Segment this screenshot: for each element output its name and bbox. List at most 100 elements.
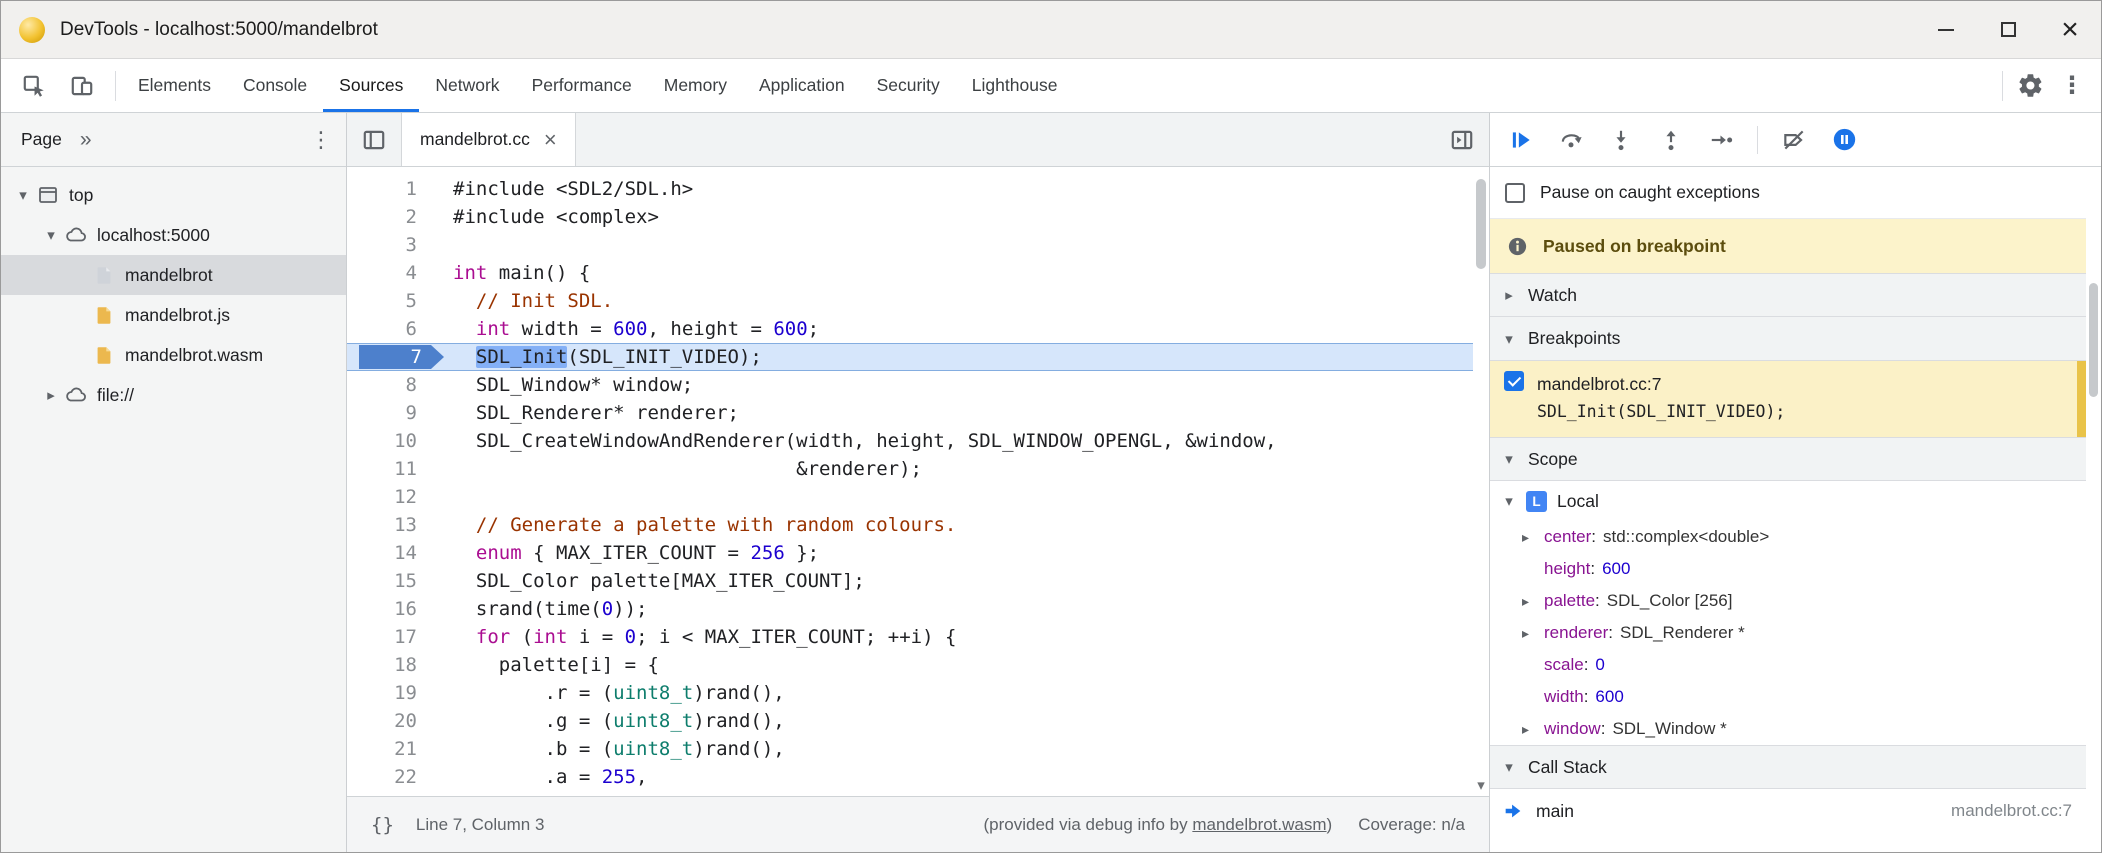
code-line-21: 21 .b = (uint8_t)rand(), (347, 735, 1473, 763)
tab-page[interactable]: Page (21, 129, 62, 150)
scrollbar-thumb[interactable] (2089, 283, 2098, 397)
scope-variable-renderer[interactable]: ▸renderer:SDL_Renderer * (1490, 617, 2086, 649)
variable-value: 600 (1602, 559, 1630, 579)
line-number[interactable]: 20 (347, 707, 439, 735)
call-stack-section-header[interactable]: ▾ Call Stack (1490, 745, 2086, 789)
tree-item-top[interactable]: ▾top (1, 175, 346, 215)
more-options-icon[interactable]: ⋮ (2051, 65, 2093, 107)
collapsed-icon[interactable]: ▸ (1522, 529, 1544, 546)
inspect-icon[interactable] (13, 65, 55, 107)
code-editor[interactable]: 1#include <SDL2/SDL.h>2#include <complex… (347, 167, 1489, 796)
variable-value: SDL_Window * (1612, 719, 1726, 739)
tree-item-file[interactable]: ▸file:// (1, 375, 346, 415)
collapsed-icon[interactable]: ▸ (1522, 625, 1544, 642)
tab-lighthouse[interactable]: Lighthouse (956, 59, 1074, 112)
tab-sources[interactable]: Sources (323, 59, 419, 112)
line-number[interactable]: 13 (347, 511, 439, 539)
line-number[interactable]: 3 (347, 231, 439, 259)
debugger-scrollbar[interactable] (2086, 168, 2101, 852)
breakpoint-entry[interactable]: mandelbrot.cc:7SDL_Init(SDL_INIT_VIDEO); (1490, 361, 2086, 437)
line-number[interactable]: 19 (347, 679, 439, 707)
navigator-menu-icon[interactable]: ⋮ (310, 127, 332, 153)
tab-console[interactable]: Console (227, 59, 323, 112)
line-number[interactable]: 18 (347, 651, 439, 679)
collapsed-icon[interactable]: ▸ (1522, 593, 1544, 610)
line-number[interactable]: 9 (347, 399, 439, 427)
scope-variable-height[interactable]: height:600 (1490, 553, 2086, 585)
step-out-icon[interactable] (1652, 121, 1690, 159)
wasm-link[interactable]: mandelbrot.wasm (1192, 815, 1326, 834)
tree-item-mandelbrot-wasm[interactable]: mandelbrot.wasm (1, 335, 346, 375)
maximize-button[interactable] (1977, 1, 2039, 58)
line-number[interactable]: 6 (347, 315, 439, 343)
breakpoints-section-header[interactable]: ▾ Breakpoints (1490, 317, 2086, 361)
variable-value: SDL_Renderer * (1620, 623, 1745, 643)
scroll-down-icon[interactable]: ▾ (1473, 776, 1489, 794)
code-line-13: 13 // Generate a palette with random col… (347, 511, 1473, 539)
tab-performance[interactable]: Performance (516, 59, 648, 112)
scope-variable-width[interactable]: width:600 (1490, 681, 2086, 713)
step-into-icon[interactable] (1602, 121, 1640, 159)
watch-section-header[interactable]: ▸ Watch (1490, 273, 2086, 317)
step-icon[interactable] (1702, 121, 1740, 159)
tab-application[interactable]: Application (743, 59, 861, 112)
scrollbar-thumb[interactable] (1476, 179, 1486, 269)
scope-local-row[interactable]: ▾ L Local (1490, 481, 2086, 521)
scope-variable-scale[interactable]: scale:0 (1490, 649, 2086, 681)
breakpoint-checkbox[interactable] (1504, 371, 1524, 391)
line-number[interactable]: 8 (347, 371, 439, 399)
line-number[interactable]: 11 (347, 455, 439, 483)
line-number[interactable]: 10 (347, 427, 439, 455)
line-number[interactable]: 23 (347, 791, 439, 796)
debugger-panel: Pause on caught exceptions Paused on bre… (1489, 113, 2101, 852)
scope-variable-window[interactable]: ▸window:SDL_Window * (1490, 713, 2086, 745)
line-number[interactable]: 4 (347, 259, 439, 287)
tree-item-localhost-5000[interactable]: ▾localhost:5000 (1, 215, 346, 255)
line-number[interactable]: 15 (347, 567, 439, 595)
scope-variable-palette[interactable]: ▸palette:SDL_Color [256] (1490, 585, 2086, 617)
line-number[interactable]: 5 (347, 287, 439, 315)
line-number[interactable]: 2 (347, 203, 439, 231)
settings-gear-icon[interactable] (2009, 65, 2051, 107)
collapsed-icon[interactable]: ▸ (1522, 721, 1544, 738)
expanded-icon[interactable]: ▾ (11, 186, 35, 204)
line-number[interactable]: 16 (347, 595, 439, 623)
tab-network[interactable]: Network (419, 59, 515, 112)
toggle-debugger-panel-icon[interactable] (1435, 113, 1489, 166)
collapsed-icon[interactable]: ▸ (39, 386, 63, 404)
line-number[interactable]: 1 (347, 175, 439, 203)
pause-on-caught-label: Pause on caught exceptions (1540, 182, 1760, 203)
tab-elements[interactable]: Elements (122, 59, 227, 112)
line-number[interactable]: 12 (347, 483, 439, 511)
line-number[interactable]: 17 (347, 623, 439, 651)
tree-item-mandelbrot-js[interactable]: mandelbrot.js (1, 295, 346, 335)
tree-item-mandelbrot[interactable]: mandelbrot (1, 255, 346, 295)
expanded-icon[interactable]: ▾ (39, 226, 63, 244)
scope-section-header[interactable]: ▾ Scope (1490, 437, 2086, 481)
editor-scrollbar[interactable]: ▾ (1473, 167, 1489, 796)
toggle-navigator-icon[interactable] (347, 113, 401, 166)
scope-variable-center[interactable]: ▸center:std::complex<double> (1490, 521, 2086, 553)
tab-security[interactable]: Security (861, 59, 956, 112)
pause-on-caught-checkbox[interactable] (1505, 183, 1525, 203)
pause-on-caught-row[interactable]: Pause on caught exceptions (1490, 167, 2086, 219)
step-over-icon[interactable] (1552, 121, 1590, 159)
pause-on-exceptions-icon[interactable] (1825, 121, 1863, 159)
close-button[interactable]: × (2039, 1, 2101, 58)
line-number[interactable]: 21 (347, 735, 439, 763)
call-stack-frame-main[interactable]: mainmandelbrot.cc:7 (1490, 789, 2086, 833)
close-tab-icon[interactable]: × (544, 129, 557, 151)
resume-icon[interactable] (1502, 121, 1540, 159)
deactivate-breakpoints-icon[interactable] (1775, 121, 1813, 159)
tab-memory[interactable]: Memory (648, 59, 743, 112)
variable-name: renderer (1544, 623, 1608, 643)
minimize-button[interactable] (1915, 1, 1977, 58)
editor-tab-mandelbrot-cc[interactable]: mandelbrot.cc × (401, 113, 576, 166)
line-number[interactable]: 22 (347, 763, 439, 791)
line-number[interactable]: 14 (347, 539, 439, 567)
more-tabs-icon[interactable]: » (80, 128, 92, 152)
device-toolbar-icon[interactable] (61, 65, 103, 107)
minimize-icon (1938, 29, 1954, 31)
pretty-print-icon[interactable]: {} (371, 814, 394, 836)
line-number[interactable]: 7 (347, 343, 439, 371)
